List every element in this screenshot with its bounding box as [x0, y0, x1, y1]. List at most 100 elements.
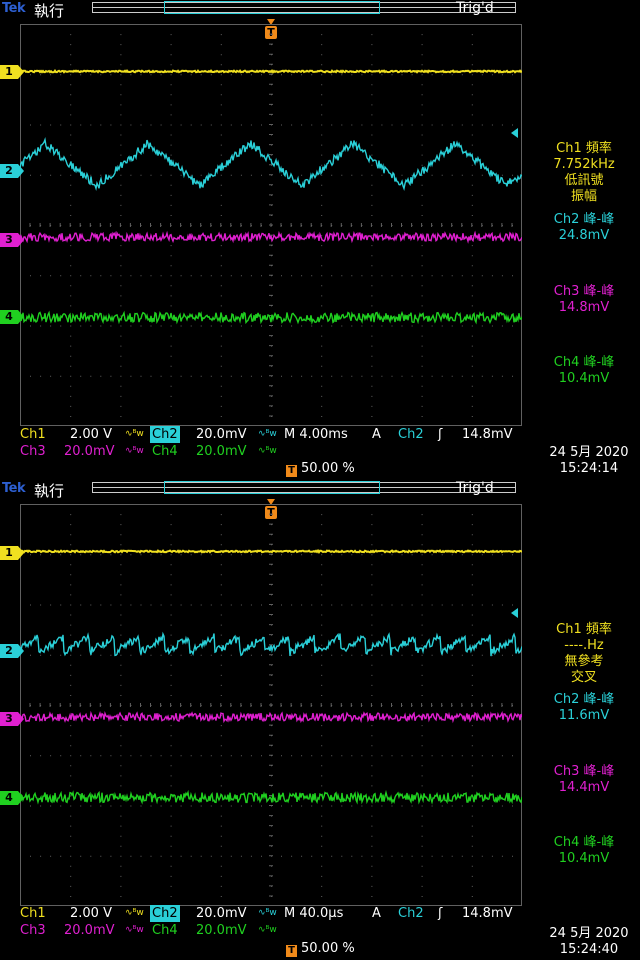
ch3-trace: [20, 710, 522, 724]
ch2-marker[interactable]: 2: [0, 164, 24, 178]
ch1-marker[interactable]: 1: [0, 65, 24, 79]
ch4-scale[interactable]: 20.0mV: [196, 443, 247, 460]
ch4-marker[interactable]: 4: [0, 310, 24, 324]
trigger-level[interactable]: 14.8mV: [462, 426, 513, 443]
trigger-slope-icon: ʃ: [438, 427, 443, 442]
ch3-marker[interactable]: 3: [0, 233, 24, 247]
graticule-1: [20, 24, 522, 426]
ch3-meas: Ch3 峰-峰 14.4mV: [528, 764, 640, 796]
ch3-scale[interactable]: 20.0mV: [64, 443, 115, 460]
ch2-meas-value: 24.8mV: [558, 228, 610, 243]
trigger-position-icon: T: [286, 945, 297, 957]
time: 15:24:14: [559, 461, 619, 476]
ch2-coupling-icon: ∿ᴮw: [258, 908, 277, 918]
ch1-coupling-icon: ∿ᴮw: [125, 908, 144, 918]
ch2-scale[interactable]: 20.0mV: [196, 905, 247, 922]
ch3-marker[interactable]: 3: [0, 712, 24, 726]
ch1-meas-value: 7.752kHz: [553, 157, 615, 172]
ch3-coupling-icon: ∿ᴮw: [125, 925, 144, 935]
trigger-position-icon: T: [286, 465, 297, 477]
date-time: 24 5月 2020 15:24:40: [538, 926, 640, 958]
ch1-meas-note2: 振幅: [570, 189, 597, 204]
date: 24 5月 2020: [549, 445, 629, 460]
top-bar: Tek 執行 Trig'd: [0, 480, 640, 501]
ch1-meas-value: ----.Hz: [564, 638, 604, 653]
trigger-mode: A: [372, 906, 381, 921]
ch1-label[interactable]: Ch1: [18, 905, 48, 922]
ch4-coupling-icon: ∿ᴮw: [258, 925, 277, 935]
trigger-source[interactable]: Ch2: [398, 426, 424, 443]
trigger-state: Trig'd: [456, 480, 494, 496]
ch3-meas-value: 14.8mV: [558, 300, 610, 315]
top-bar: Tek 執行 Trig'd: [0, 0, 640, 21]
ch1-trace: [20, 548, 522, 554]
measurement-panel: Ch1 頻率 ----.Hz 無參考 交叉: [528, 622, 640, 686]
ch3-trace: [20, 230, 522, 244]
ch4-meas-title: Ch4 峰-峰: [553, 835, 615, 850]
graticule-grid: [20, 504, 522, 906]
ch3-meas-value: 14.4mV: [558, 780, 610, 795]
graticule-2: [20, 504, 522, 906]
record-window[interactable]: [164, 1, 380, 14]
ch2-meas-value: 11.6mV: [558, 708, 610, 723]
ch1-meas-note1: 無參考: [564, 654, 604, 669]
ch2-scale[interactable]: 20.0mV: [196, 426, 247, 443]
ch2-label[interactable]: Ch2: [150, 905, 180, 922]
ch2-meas: Ch2 峰-峰 11.6mV: [528, 692, 640, 724]
trigger-level[interactable]: 14.8mV: [462, 905, 513, 922]
ch4-meas-value: 10.4mV: [558, 371, 610, 386]
ch3-meas-title: Ch3 峰-峰: [553, 284, 615, 299]
measurement-panel: Ch1 頻率 7.752kHz 低訊號 振幅: [528, 141, 640, 205]
ch2-marker[interactable]: 2: [0, 644, 24, 658]
record-window[interactable]: [164, 481, 380, 494]
ch4-scale[interactable]: 20.0mV: [196, 922, 247, 939]
trigger-source[interactable]: Ch2: [398, 905, 424, 922]
ch4-meas-title: Ch4 峰-峰: [553, 355, 615, 370]
trigger-level-icon[interactable]: [511, 608, 518, 618]
ch3-label[interactable]: Ch3: [18, 922, 48, 939]
scope-screen-2: Tek 執行 Trig'd T 1 2 3 4 Ch1 頻率 ----.Hz 無…: [0, 480, 640, 960]
ch4-marker[interactable]: 4: [0, 791, 24, 805]
ch3-meas-title: Ch3 峰-峰: [553, 764, 615, 779]
trigger-mode: A: [372, 427, 381, 442]
ch1-coupling-icon: ∿ᴮw: [125, 429, 144, 439]
ch1-meas-title: Ch1 頻率: [556, 141, 612, 156]
ch2-meas-title: Ch2 峰-峰: [553, 692, 615, 707]
timebase[interactable]: M 40.0µs: [284, 905, 343, 922]
ch3-coupling-icon: ∿ᴮw: [125, 446, 144, 456]
ch3-label[interactable]: Ch3: [18, 443, 48, 460]
ch3-meas: Ch3 峰-峰 14.8mV: [528, 284, 640, 316]
ch4-meas-value: 10.4mV: [558, 851, 610, 866]
ch4-meas: Ch4 峰-峰 10.4mV: [528, 835, 640, 867]
ch4-meas: Ch4 峰-峰 10.4mV: [528, 355, 640, 387]
ch4-label[interactable]: Ch4: [150, 443, 180, 460]
trigger-position-value: 50.00 %: [301, 461, 355, 476]
ch1-scale[interactable]: 2.00 V: [70, 905, 112, 922]
ch1-label[interactable]: Ch1: [18, 426, 48, 443]
scope-screen-1: Tek 執行 Trig'd T 1 2 3 4 Ch1 頻率 7.752kHz …: [0, 0, 640, 480]
ch1-meas-title: Ch1 頻率: [556, 622, 612, 637]
acquisition-mode[interactable]: 執行: [34, 480, 64, 501]
ch4-coupling-icon: ∿ᴮw: [258, 446, 277, 456]
acquisition-mode[interactable]: 執行: [34, 0, 64, 21]
trigger-position[interactable]: T 50.00 %: [286, 461, 355, 477]
ch4-trace: [20, 789, 522, 805]
brand-logo: Tek: [2, 1, 26, 16]
ch4-label[interactable]: Ch4: [150, 922, 180, 939]
trigger-slope-icon: ʃ: [438, 906, 443, 921]
ch3-scale[interactable]: 20.0mV: [64, 922, 115, 939]
ch2-trace: [20, 137, 522, 191]
ch2-meas-title: Ch2 峰-峰: [553, 212, 615, 227]
ch2-label[interactable]: Ch2: [150, 426, 180, 443]
ch1-trace: [20, 68, 522, 74]
timebase[interactable]: M 4.00ms: [284, 426, 348, 443]
date-time: 24 5月 2020 15:24:14: [538, 445, 640, 477]
date: 24 5月 2020: [549, 926, 629, 941]
ch1-scale[interactable]: 2.00 V: [70, 426, 112, 443]
ch2-coupling-icon: ∿ᴮw: [258, 429, 277, 439]
trigger-level-icon[interactable]: [511, 128, 518, 138]
trigger-position[interactable]: T 50.00 %: [286, 941, 355, 957]
ch1-meas-note1: 低訊號: [564, 173, 604, 188]
ch1-marker[interactable]: 1: [0, 546, 24, 560]
ch2-meas: Ch2 峰-峰 24.8mV: [528, 212, 640, 244]
